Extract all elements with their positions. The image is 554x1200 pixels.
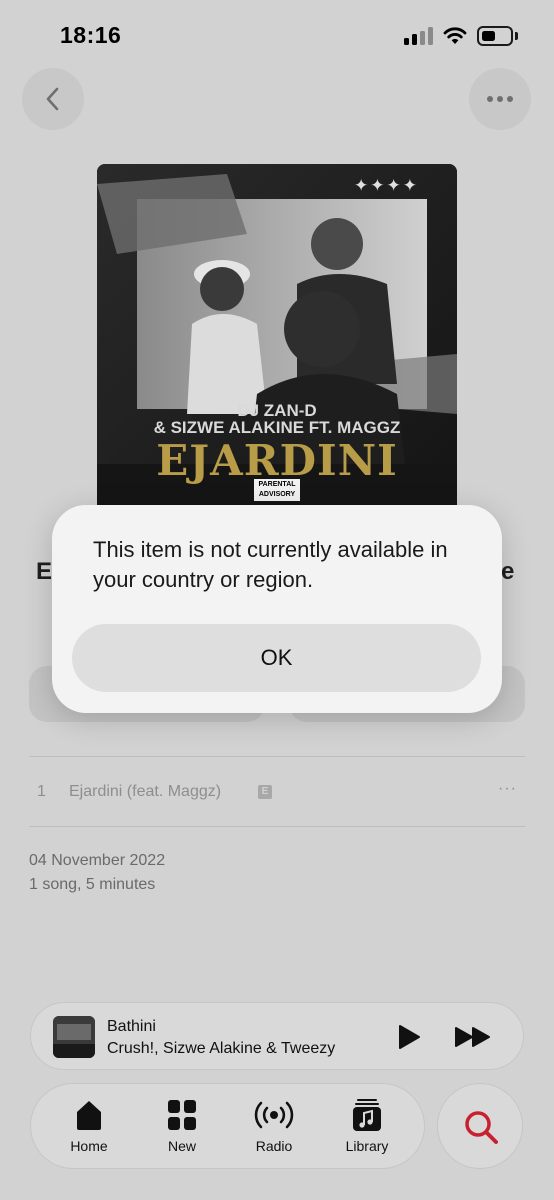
tab-bar: Home New Radio Library — [30, 1083, 425, 1169]
release-info: 1 song, 5 minutes — [29, 876, 156, 893]
artwork-title: EJARDINI — [156, 436, 398, 485]
play-icon[interactable] — [393, 1023, 423, 1051]
more-options-button[interactable] — [469, 68, 531, 130]
radio-icon — [254, 1101, 294, 1129]
chevron-left-icon — [46, 87, 59, 111]
album-artwork: ✦✦✦✦ DJ ZAN-D & SIZWE ALAKINE FT. MAGGZ … — [97, 164, 457, 524]
back-button[interactable] — [22, 68, 84, 130]
grid-icon — [168, 1100, 196, 1130]
album-title-fragment-right: e — [501, 558, 515, 585]
fast-forward-icon[interactable] — [453, 1023, 493, 1051]
home-icon — [77, 1101, 101, 1130]
ok-button[interactable]: OK — [72, 624, 481, 692]
tab-radio[interactable]: Radio — [234, 1098, 314, 1158]
tab-library[interactable]: Library — [327, 1098, 407, 1158]
track-number: 1 — [37, 783, 46, 800]
track-more-button[interactable]: ··· — [498, 780, 517, 798]
tab-library-label: Library — [345, 1138, 389, 1154]
tab-radio-label: Radio — [255, 1138, 293, 1154]
divider — [29, 756, 525, 757]
library-icon — [353, 1099, 381, 1131]
now-playing-title: Bathini — [107, 1018, 156, 1035]
album-title-fragment-left: E — [36, 558, 53, 585]
unavailable-alert: This item is not currently available in … — [52, 505, 502, 713]
artwork-artist-line2: & SIZWE ALAKINE FT. MAGGZ — [153, 418, 401, 437]
status-time: 18:16 — [60, 22, 122, 48]
release-date: 04 November 2022 — [29, 852, 166, 869]
track-title: Ejardini (feat. Maggz) — [69, 783, 222, 800]
divider — [29, 826, 525, 827]
search-button[interactable] — [437, 1083, 523, 1169]
parental-advisory-label: PARENTAL ADVISORY — [254, 479, 300, 501]
cellular-signal-icon — [404, 27, 434, 45]
now-playing-artwork — [53, 1016, 95, 1058]
search-icon — [465, 1111, 498, 1144]
track-row[interactable]: 1 Ejardini (feat. Maggz) E ··· — [29, 772, 525, 812]
tab-home-label: Home — [70, 1138, 108, 1154]
status-bar: 18:16 — [0, 0, 554, 70]
alert-message: This item is not currently available in … — [93, 537, 448, 592]
battery-icon — [477, 26, 519, 46]
now-playing-artist: Crush!, Sizwe Alakine & Tweezy — [107, 1040, 336, 1057]
tab-new-label: New — [167, 1138, 196, 1154]
tab-home[interactable]: Home — [49, 1098, 129, 1158]
artwork-stars: ✦✦✦✦ — [354, 176, 419, 195]
explicit-badge: E — [258, 785, 272, 799]
tab-new[interactable]: New — [142, 1098, 222, 1158]
ellipsis-icon — [487, 96, 513, 102]
wifi-icon — [443, 27, 467, 44]
mini-player[interactable]: Bathini Crush!, Sizwe Alakine & Tweezy — [30, 1002, 524, 1070]
